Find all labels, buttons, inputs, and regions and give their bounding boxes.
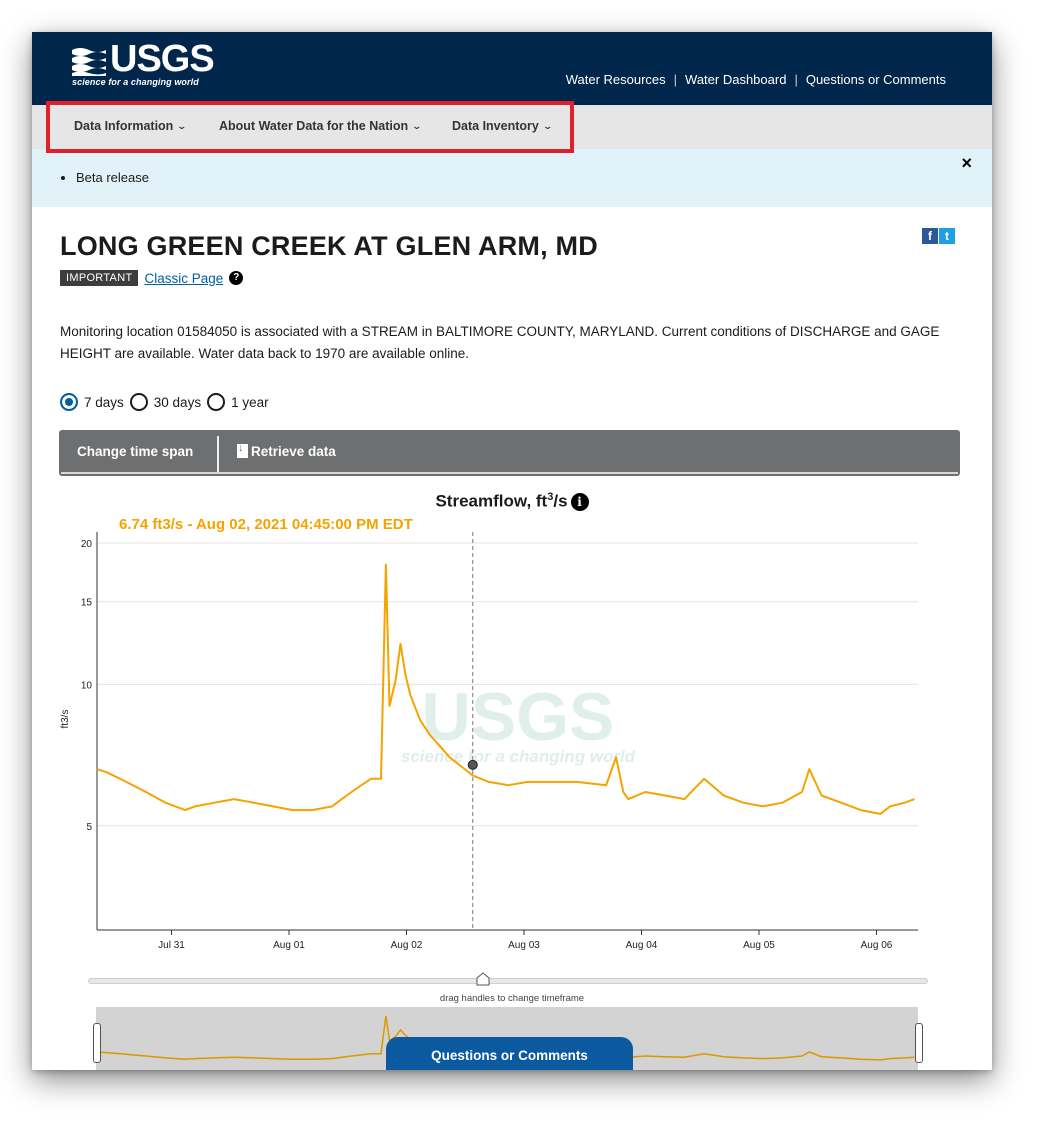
- drag-hint: drag handles to change timeframe: [439, 993, 585, 1004]
- timeframe-slider-track[interactable]: [88, 978, 928, 984]
- y-axis-label: ft3/s: [60, 710, 71, 729]
- usgs-watermark-tagline: science for a changing world: [401, 747, 636, 766]
- x-tick-label: Aug 01: [273, 940, 305, 951]
- streamflow-chart[interactable]: 5 10 15 20 USGSscience for a changing world J…: [32, 32, 992, 1070]
- y-tick-label: 5: [86, 822, 92, 833]
- x-tick-label: Aug 03: [508, 940, 540, 951]
- x-tick-label: Jul 31: [158, 940, 185, 951]
- hover-tooltip: 6.74 ft3/s - Aug 02, 2021 04:45:00 PM ED…: [119, 516, 413, 533]
- questions-comments-button[interactable]: Questions or Comments: [386, 1037, 633, 1070]
- y-tick-label: 15: [81, 598, 93, 609]
- browser-page: USGS science for a changing world Water …: [32, 32, 992, 1070]
- slider-handle-icon[interactable]: [476, 972, 490, 986]
- x-tick-label: Aug 05: [743, 940, 775, 951]
- y-tick-label: 10: [81, 680, 93, 691]
- y-tick-label: 20: [81, 539, 93, 550]
- x-tick-label: Aug 04: [626, 940, 658, 951]
- brush-handle-left[interactable]: [93, 1023, 101, 1063]
- x-tick-label: Aug 06: [861, 940, 893, 951]
- x-tick-label: Aug 02: [391, 940, 423, 951]
- usgs-watermark: USGS: [422, 679, 615, 755]
- brush-handle-right[interactable]: [915, 1023, 923, 1063]
- hover-point: [467, 759, 478, 770]
